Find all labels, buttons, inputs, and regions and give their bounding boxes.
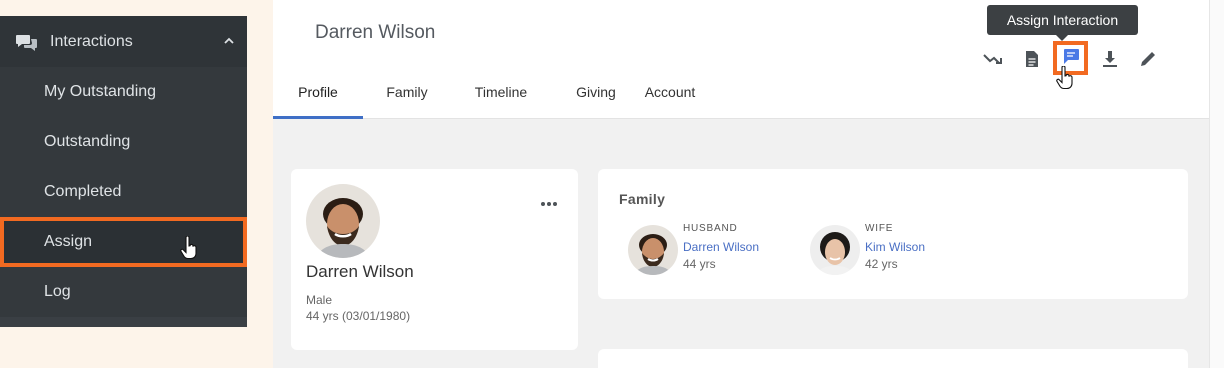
sidebar-item-outstanding[interactable]: Outstanding	[0, 117, 247, 167]
sidebar: Interactions My Outstanding Outstanding …	[0, 16, 247, 327]
sidebar-item-label: Log	[44, 283, 71, 300]
family-card: Family HUSBAND Darren Wilson 44 yrs WIFE…	[598, 169, 1188, 299]
tab-giving[interactable]: Giving	[551, 74, 641, 119]
profile-card: Darren Wilson Male 44 yrs (03/01/1980)	[291, 169, 578, 350]
profile-header: Darren Wilson Profile Family Timeline Gi…	[273, 0, 1209, 119]
tooltip-assign-interaction: Assign Interaction	[987, 5, 1138, 41]
member-age: 44 yrs	[683, 257, 716, 271]
tab-timeline[interactable]: Timeline	[451, 74, 551, 119]
sidebar-section-interactions[interactable]: Interactions	[0, 16, 247, 67]
member-role: WIFE	[865, 223, 894, 234]
sidebar-header-label: Interactions	[50, 32, 133, 50]
hand-cursor-icon	[1056, 65, 1074, 95]
chevron-up-icon[interactable]	[223, 34, 235, 46]
main-content: Darren Wilson Profile Family Timeline Gi…	[273, 0, 1209, 368]
download-icon[interactable]	[1090, 46, 1129, 71]
member-name-link[interactable]: Darren Wilson	[683, 240, 759, 254]
avatar	[306, 184, 380, 258]
avatar[interactable]	[628, 225, 678, 275]
chat-bubbles-icon	[16, 33, 38, 51]
sidebar-item-label: Outstanding	[44, 133, 131, 150]
profile-age: 44 yrs (03/01/1980)	[306, 309, 411, 323]
page-title: Darren Wilson	[315, 22, 436, 43]
sidebar-item-assign[interactable]: Assign	[0, 217, 247, 267]
family-card-title: Family	[619, 191, 666, 207]
family-member-husband: HUSBAND Darren Wilson 44 yrs	[628, 223, 798, 275]
profile-gender: Male	[306, 293, 333, 307]
member-role: HUSBAND	[683, 223, 738, 234]
sidebar-item-label: My Outstanding	[44, 83, 157, 100]
tab-bar: Profile Family Timeline Giving Account	[273, 74, 699, 119]
sidebar-item-log[interactable]: Log	[0, 267, 247, 317]
tab-family[interactable]: Family	[363, 74, 451, 119]
scrollbar[interactable]	[1209, 0, 1224, 368]
tab-account[interactable]: Account	[641, 74, 699, 119]
member-age: 42 yrs	[865, 257, 898, 271]
hand-cursor-icon	[180, 235, 198, 265]
sidebar-item-completed[interactable]: Completed	[0, 167, 247, 217]
share-arrow-icon[interactable]	[973, 46, 1012, 71]
document-icon[interactable]	[1012, 46, 1051, 71]
sidebar-item-label: Completed	[44, 183, 122, 200]
tab-profile[interactable]: Profile	[273, 74, 363, 119]
avatar[interactable]	[810, 225, 860, 275]
secondary-card	[598, 349, 1188, 368]
profile-name: Darren Wilson	[306, 262, 414, 281]
member-name-link[interactable]: Kim Wilson	[865, 240, 925, 254]
sidebar-item-label: Assign	[44, 233, 93, 250]
family-member-wife: WIFE Kim Wilson 42 yrs	[810, 223, 980, 275]
more-options-icon[interactable]	[540, 194, 558, 206]
sidebar-item-my-outstanding[interactable]: My Outstanding	[0, 67, 247, 117]
pencil-icon[interactable]	[1129, 46, 1168, 71]
